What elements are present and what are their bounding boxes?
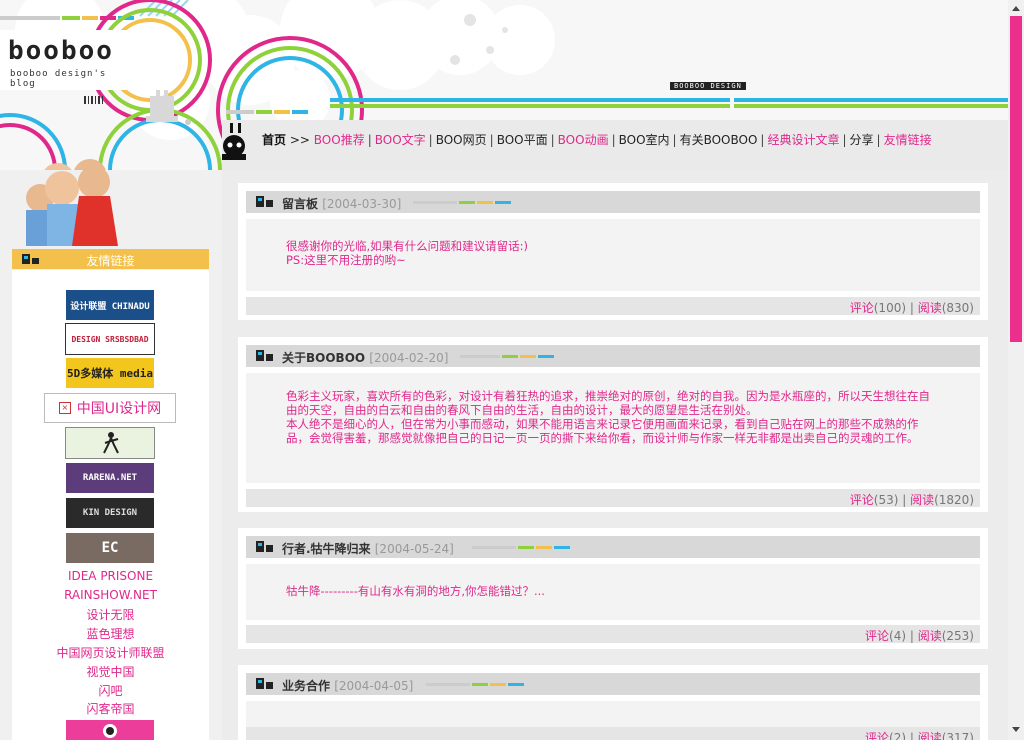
post-footer: 评论(100) | 阅读(830) [246, 297, 980, 315]
site-logo[interactable]: booboo booboo design's blog [0, 30, 134, 90]
robot-pair-icon [256, 541, 273, 552]
link-web-designer-union[interactable]: 中国网页设计师联盟 [12, 644, 209, 661]
nav-separator: | [489, 133, 494, 147]
scroll-down-arrow-icon[interactable] [1010, 724, 1022, 736]
comments-link[interactable]: 评论 [850, 301, 874, 315]
runner-icon [103, 432, 119, 454]
scrollbar-thumb[interactable] [1010, 16, 1022, 342]
post-card: 关于BOOBOO [2004-02-20] 色彩主义玩家，喜欢所有的色彩，对设计… [238, 337, 988, 512]
post-body [246, 701, 980, 727]
brand-tag: BOOBOO DESIGN [670, 82, 746, 90]
link-visual-china[interactable]: 视觉中国 [12, 663, 209, 680]
nav-item-0[interactable]: 首页 [262, 133, 286, 147]
nav-item-6[interactable]: BOO动画 [558, 133, 609, 147]
post-date: [2004-03-30] [322, 197, 402, 211]
comments-link[interactable]: 评论 [865, 629, 889, 643]
post-header: 留言板 [2004-03-30] [246, 191, 980, 213]
nav-item-11[interactable]: 友情链接 [884, 133, 932, 147]
nav-item-9[interactable]: 经典设计文章 [767, 133, 839, 147]
nav-item-3[interactable]: BOO文字 [375, 133, 426, 147]
link-logo-pink[interactable] [66, 720, 154, 740]
characters-illustration [26, 168, 118, 246]
nav-separator: | [428, 133, 433, 147]
logo-text: booboo [8, 36, 114, 66]
post-title[interactable]: 留言板 [2004-03-30] [282, 195, 401, 212]
broken-image-icon: × [58, 402, 71, 414]
reads-link[interactable]: 阅读 [918, 301, 942, 315]
link-logo-kin-design[interactable]: KIN DESIGN [66, 498, 154, 528]
color-divider [426, 683, 524, 686]
post-body: 牯牛降---------有山有水有洞的地方,你怎能错过？... [246, 564, 980, 620]
pink-badge-icon [103, 724, 117, 738]
nav-item-5[interactable]: BOO平面 [497, 133, 548, 147]
link-design-unlimited[interactable]: 设计无限 [12, 606, 209, 623]
link-blue-ideal[interactable]: 蓝色理想 [12, 625, 209, 642]
comments-link[interactable]: 评论 [850, 493, 874, 507]
friend-links-title: 友情链接 [86, 254, 135, 268]
post-body: 很感谢你的光临,如果有什么问题和建议请留话:) PS:这里不用注册的哟~ [246, 219, 980, 291]
post-card: 业务合作 [2004-04-05] 评论(2) | 阅读(317) [238, 665, 988, 740]
nav-separator: | [550, 133, 555, 147]
post-footer: 评论(2) | 阅读(317) [246, 727, 980, 740]
barcode-icon [84, 96, 103, 104]
robot-pair-icon [256, 678, 273, 689]
color-divider [460, 355, 554, 358]
nav-separator: | [760, 133, 765, 147]
nav-separator: | [611, 133, 616, 147]
page-header: booboo booboo design's blog BOOBOO DESIG… [0, 0, 1008, 170]
post-date: [2004-02-20] [369, 351, 449, 365]
main-nav: 首页 >> BOO推荐 | BOO文字 | BOO网页 | BOO平面 | BOO动画 | BOO室… [262, 130, 932, 150]
nav-item-4[interactable]: BOO网页 [436, 133, 487, 147]
post-title[interactable]: 业务合作 [2004-04-05] [282, 677, 413, 694]
post-title[interactable]: 关于BOOBOO [2004-02-20] [282, 349, 448, 366]
reads-link[interactable]: 阅读 [918, 629, 942, 643]
robot-pair-icon [256, 196, 273, 207]
post-footer: 评论(4) | 阅读(253) [246, 625, 980, 643]
nav-item-1: >> [289, 133, 310, 147]
post-text: 牯牛降---------有山有水有洞的地方,你怎能错过？... [286, 584, 545, 598]
friend-links-header: 友情链接 [12, 249, 209, 269]
comments-link[interactable]: 评论 [865, 731, 889, 740]
reads-link[interactable]: 阅读 [910, 493, 934, 507]
post-text: PS:这里不用注册的哟~ [286, 253, 406, 267]
post-title[interactable]: 行者.牯牛降归来 [2004-05-24] [282, 540, 454, 557]
post-header: 业务合作 [2004-04-05] [246, 673, 980, 695]
link-idea-prisone[interactable]: IDEA PRISONE [12, 569, 209, 583]
post-text: 色彩主义玩家，喜欢所有的色彩，对设计有着狂热的追求，推崇绝对的原创，绝对的自我。… [286, 389, 930, 417]
color-divider [413, 201, 511, 204]
link-logo-ui-cn[interactable]: × 中国UI设计网 [44, 393, 176, 423]
robot-pair-icon [256, 350, 273, 361]
nav-item-7[interactable]: BOO室内 [619, 133, 670, 147]
nav-item-10[interactable]: 分享 [850, 133, 874, 147]
post-date: [2004-04-05] [334, 679, 414, 693]
link-logo-design[interactable]: DESIGN SRSBSDBAD [65, 323, 155, 355]
post-body: 色彩主义玩家，喜欢所有的色彩，对设计有着狂热的追求，推崇绝对的原创，绝对的自我。… [246, 373, 980, 483]
link-logo-runner[interactable]: runner [65, 427, 155, 459]
nav-separator: | [876, 133, 881, 147]
post-footer: 评论(53) | 阅读(1820) [246, 489, 980, 507]
nav-item-8[interactable]: 有关BOOBOO [680, 133, 758, 147]
nav-separator: | [842, 133, 847, 147]
color-divider [472, 546, 570, 549]
post-date: [2004-05-24] [374, 542, 454, 556]
logo-subtitle: booboo design's blog [10, 69, 107, 89]
nav-item-2[interactable]: BOO推荐 [314, 133, 365, 147]
post-text: 本人绝不是细心的人，但在常为小事而感动，如果不能用语言来记录它便用画面来记录，看… [286, 417, 919, 445]
scroll-up-arrow-icon[interactable] [1010, 2, 1022, 14]
reads-link[interactable]: 阅读 [918, 731, 942, 740]
post-card: 留言板 [2004-03-30] 很感谢你的光临,如果有什么问题和建议请留话:)… [238, 183, 988, 320]
link-rainshow[interactable]: RAINSHOW.NET [12, 588, 209, 602]
link-flash-empire[interactable]: 闪客帝国 [12, 700, 209, 717]
post-text: 很感谢你的光临,如果有什么问题和建议请留话:) [286, 239, 529, 253]
link-logo-5d-media[interactable]: 5D多媒体 media [66, 358, 154, 388]
link-flash8[interactable]: 闪吧 [12, 682, 209, 699]
link-logo-ec[interactable]: EC [66, 533, 154, 563]
post-card: 行者.牯牛降归来 [2004-05-24] 牯牛降---------有山有水有洞… [238, 528, 988, 649]
link-logo-rarena[interactable]: RARENA.NET [66, 463, 154, 493]
link-logo-chinadu[interactable]: 设计联盟 CHINADU [66, 290, 154, 320]
nav-separator: | [672, 133, 677, 147]
post-header: 关于BOOBOO [2004-02-20] [246, 345, 980, 367]
nav-separator: | [367, 133, 372, 147]
post-header: 行者.牯牛降归来 [2004-05-24] [246, 536, 980, 558]
